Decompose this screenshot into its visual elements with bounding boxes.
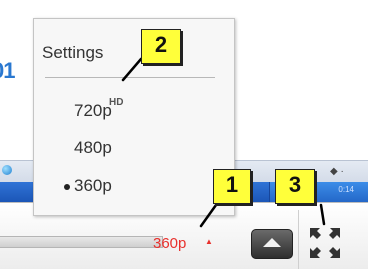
- callout-3: 3: [275, 169, 315, 204]
- callout-1: 1: [213, 169, 251, 204]
- callout-leader-lines: [121, 57, 326, 228]
- video-player-screenshot: 01 ◆ · 0:14 360p ▲ Settings 720p HD 480p…: [0, 0, 368, 269]
- callout-2: 2: [141, 29, 181, 64]
